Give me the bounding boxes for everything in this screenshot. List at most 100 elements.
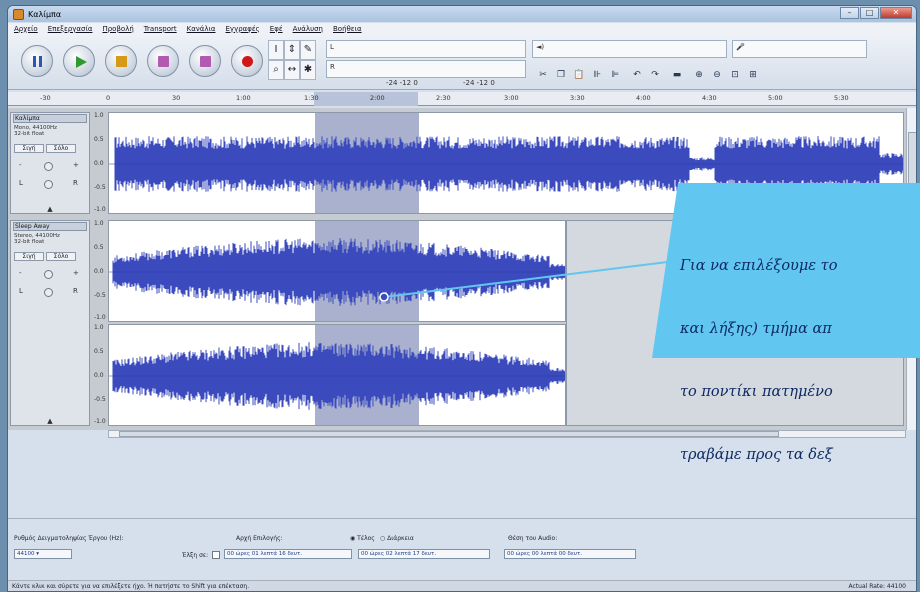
input-slider[interactable]: 🎤 [732, 40, 867, 58]
play-button[interactable] [63, 45, 95, 77]
silence-icon[interactable]: ⊫ [608, 68, 622, 82]
envelope-tool-icon[interactable]: ⇕ [284, 40, 300, 60]
scale-label: 1.0 [94, 112, 104, 119]
skip-start-button[interactable] [147, 45, 179, 77]
multi-tool-icon[interactable]: ✱ [300, 60, 316, 80]
track-info: Stereo, 44100Hz 32-bit float [14, 233, 60, 245]
snap-to-checkbox[interactable] [212, 551, 220, 559]
stop-icon [116, 56, 127, 67]
timeline-ruler[interactable]: -30 0 30 1:00 1:30 2:00 2:30 3:00 3:30 4… [8, 92, 916, 106]
copy-icon[interactable]: ❐ [554, 68, 568, 82]
track-buttons: Σιγή Σόλο [14, 144, 76, 153]
scale-label: 0.0 [94, 160, 104, 167]
menu-edit[interactable]: Επεξεργασία [48, 25, 93, 33]
collapse-arrow-icon[interactable]: ▲ [11, 417, 89, 425]
menu-transport[interactable]: Transport [144, 25, 177, 33]
callout-line-3: το ποντίκι πατημένο [680, 384, 833, 400]
ruler-tick: 2:30 [436, 94, 451, 102]
gain-plus-icon: + [73, 269, 79, 277]
window-controls: – □ ✕ [840, 7, 912, 19]
gain-knob[interactable] [44, 162, 53, 171]
collapse-arrow-icon[interactable]: ▲ [11, 205, 89, 213]
pause-button[interactable] [21, 45, 53, 77]
draw-tool-icon[interactable]: ✎ [300, 40, 316, 60]
selection-end-field[interactable]: 00 ώρες 02 λεπτά 17 δευτ. [358, 549, 490, 559]
pan-knob[interactable] [44, 180, 53, 189]
close-button[interactable]: ✕ [880, 7, 912, 19]
track2-left-vertical-scale: 1.0 0.5 0.0 -0.5 -1.0 [92, 220, 108, 322]
minimize-button[interactable]: – [840, 7, 859, 19]
meter-right-label: R [330, 63, 335, 71]
length-radio[interactable]: ○ Διάρκεια [380, 535, 414, 542]
volume-slider[interactable]: ◄) [532, 40, 727, 58]
waveform-svg [109, 325, 565, 425]
menu-tracks[interactable]: Κανάλια [187, 25, 216, 33]
redo-icon[interactable]: ↷ [648, 68, 662, 82]
record-meter[interactable]: R [326, 60, 526, 78]
ruler-tick: 1:30 [304, 94, 319, 102]
record-button[interactable] [231, 45, 263, 77]
sync-lock-icon[interactable]: ▬ [670, 68, 684, 82]
cut-icon[interactable]: ✂ [536, 68, 550, 82]
selection-start-field[interactable]: 00 ώρες 01 λεπτά 16 δευτ. [224, 549, 352, 559]
track2-left-waveform[interactable] [108, 220, 566, 322]
ruler-tick: 4:00 [636, 94, 651, 102]
fit-selection-icon[interactable]: ⊡ [728, 68, 742, 82]
selection-toolbar: Ρυθμός Δειγματοληψίας Έργου (Hz): 44100 … [8, 518, 916, 578]
track1-waveform[interactable] [108, 112, 904, 214]
trim-icon[interactable]: ⊪ [590, 68, 604, 82]
toolbar: I ⇕ ✎ ⌕ ↔ ✱ L R -24 -12 0 -24 -12 0 ◄) 🎤… [8, 34, 916, 90]
track-bitdepth: 32-bit float [14, 131, 45, 137]
zoom-tool-icon[interactable]: ⌕ [268, 60, 284, 80]
gain-minus-icon: - [19, 269, 22, 277]
fit-project-icon[interactable]: ⊞ [746, 68, 760, 82]
menu-analyze[interactable]: Ανάλυση [293, 25, 323, 33]
audio-position-label: Θέση του Audio: [508, 535, 558, 542]
menu-file[interactable]: Αρχείο [14, 25, 38, 33]
meter-left-label: L [330, 43, 334, 51]
paste-icon[interactable]: 📋 [572, 68, 586, 82]
scale-label: 1.0 [94, 220, 104, 227]
project-rate-select[interactable]: 44100 ▾ [14, 549, 72, 559]
timeshift-tool-icon[interactable]: ↔ [284, 60, 300, 80]
maximize-button[interactable]: □ [860, 7, 879, 19]
ruler-selection [314, 92, 418, 106]
pan-knob[interactable] [44, 288, 53, 297]
project-rate-value: 44100 [17, 551, 35, 557]
track1-vertical-scale: 1.0 0.5 0.0 -0.5 -1.0 [92, 112, 108, 214]
track2-right-waveform[interactable] [108, 324, 566, 426]
project-rate-label: Ρυθμός Δειγματοληψίας Έργου (Hz): [14, 535, 124, 542]
meter-ticks-a: -24 -12 0 [386, 79, 418, 87]
track-panel-sleep-away[interactable]: Sleep Away Stereo, 44100Hz 32-bit float … [10, 220, 90, 426]
menu-view[interactable]: Προβολή [102, 25, 133, 33]
scale-label: -0.5 [94, 396, 106, 403]
mute-button[interactable]: Σιγή [14, 144, 44, 153]
track-panel-kalimba[interactable]: Καλίμπα Mono, 44100Hz 32-bit float Σιγή … [10, 112, 90, 214]
length-radio-label: Διάρκεια [387, 535, 414, 542]
menu-generate[interactable]: Εγγραφές [226, 25, 260, 33]
pan-right-icon: R [73, 179, 78, 187]
playback-meter[interactable]: L [326, 40, 526, 58]
track-name-menu[interactable]: Sleep Away [13, 222, 87, 231]
menu-effect[interactable]: Εφέ [270, 25, 283, 33]
callout-line-2: και λήξης) τμήμα απ [680, 321, 832, 337]
end-radio[interactable]: ◉ Τέλος [350, 535, 375, 542]
track-name-menu[interactable]: Καλίμπα [13, 114, 87, 123]
zoom-out-icon[interactable]: ⊖ [710, 68, 724, 82]
ruler-tick: 4:30 [702, 94, 717, 102]
gain-knob[interactable] [44, 270, 53, 279]
scale-label: 0.0 [94, 268, 104, 275]
menu-help[interactable]: Βοήθεια [333, 25, 362, 33]
stop-button[interactable] [105, 45, 137, 77]
solo-button[interactable]: Σόλο [46, 252, 76, 261]
scale-label: -0.5 [94, 184, 106, 191]
selection-tool-icon[interactable]: I [268, 40, 284, 60]
zoom-in-icon[interactable]: ⊕ [692, 68, 706, 82]
mute-button[interactable]: Σιγή [14, 252, 44, 261]
skip-end-button[interactable] [189, 45, 221, 77]
solo-button[interactable]: Σόλο [46, 144, 76, 153]
audio-position-field[interactable]: 00 ώρες 00 λεπτά 00 δευτ. [504, 549, 636, 559]
undo-icon[interactable]: ↶ [630, 68, 644, 82]
scale-label: 0.5 [94, 136, 104, 143]
snap-to-label: Έλξη σε: [182, 552, 209, 559]
